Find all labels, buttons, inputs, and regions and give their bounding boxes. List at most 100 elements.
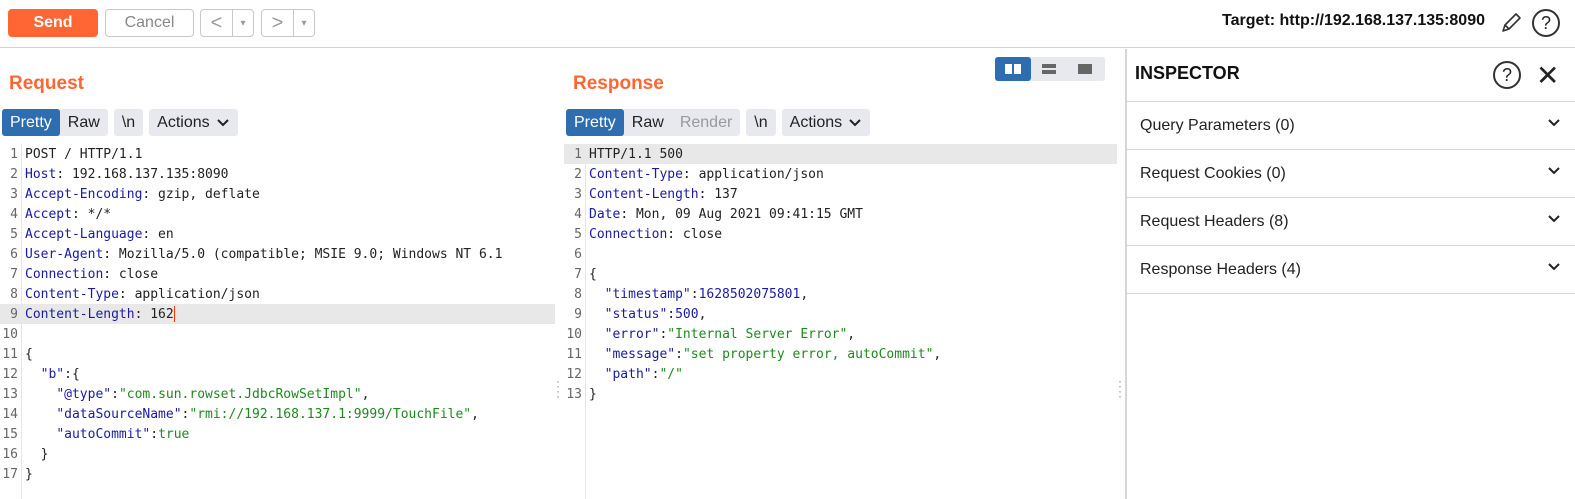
code-line[interactable]: 5 Connection: close: [564, 224, 1119, 244]
code-token: :: [111, 386, 119, 402]
code-line[interactable]: 11 {: [0, 344, 555, 364]
response-inspector-splitter[interactable]: · · · ·: [1117, 49, 1125, 499]
target-label: Target: http://192.168.137.135:8090: [1222, 12, 1485, 29]
inspector-section-request-headers[interactable]: Request Headers (8): [1127, 198, 1575, 246]
code-token: : close: [103, 266, 159, 282]
response-tab-raw[interactable]: Raw: [624, 109, 672, 136]
response-newline-toggle[interactable]: \n: [746, 109, 775, 136]
code-line[interactable]: 5 Accept-Language: en: [0, 224, 555, 244]
request-tab-raw[interactable]: Raw: [60, 109, 108, 136]
request-tab-pretty[interactable]: Pretty: [2, 109, 60, 136]
code-line[interactable]: 9 "status":500,: [564, 304, 1119, 324]
code-token: : application/json: [682, 166, 824, 182]
text-cursor: [173, 306, 175, 322]
code-line[interactable]: 1 POST / HTTP/1.1: [0, 144, 555, 164]
line-number: 2: [574, 166, 582, 182]
layout-tabbed-icon[interactable]: [1067, 57, 1103, 81]
request-newline-toggle[interactable]: \n: [114, 109, 143, 136]
splitter-grip-icon: · · · ·: [556, 374, 560, 403]
code-token: Content-Length: [25, 306, 135, 322]
inspector-section-response-headers[interactable]: Response Headers (4): [1127, 246, 1575, 294]
code-line[interactable]: 6: [564, 244, 1119, 264]
code-token: : close: [667, 226, 723, 242]
request-editor[interactable]: 1 POST / HTTP/1.1 2 Host: 192.168.137.135:8…: [0, 144, 555, 499]
inspector-section-query-parameters[interactable]: Query Parameters (0): [1127, 102, 1575, 150]
code-line[interactable]: 6 User-Agent: Mozilla/5.0 (compatible; MS…: [0, 244, 555, 264]
code-token: :: [667, 306, 676, 322]
code-line[interactable]: 8 "timestamp":1628502075801,: [564, 284, 1119, 304]
inspector-section-request-cookies[interactable]: Request Cookies (0): [1127, 150, 1575, 198]
code-token: Accept: [25, 206, 72, 222]
inspector-help-icon[interactable]: ?: [1493, 61, 1521, 89]
request-newline-toggle-group: \n: [113, 109, 144, 136]
splitter-grip-icon: · · · ·: [1118, 374, 1122, 403]
code-line[interactable]: 14 "dataSourceName": "rmi://192.168.137.1…: [0, 404, 555, 424]
response-tab-pretty[interactable]: Pretty: [566, 109, 624, 136]
code-token: : 192.168.137.135:8090: [56, 166, 229, 182]
line-number: 13: [566, 386, 582, 402]
code-token: ,: [933, 346, 942, 362]
line-number: 8: [10, 286, 18, 302]
inspector-section-label: Response Headers (4): [1140, 260, 1301, 278]
code-line[interactable]: 1 HTTP/1.1 500: [564, 144, 1119, 164]
back-button[interactable]: <: [201, 10, 233, 36]
pencil-edit-icon[interactable]: [1498, 10, 1524, 36]
code-token: ,: [800, 286, 809, 302]
line-number: 13: [2, 386, 18, 402]
code-token: 1628502075801: [698, 286, 801, 302]
code-token: Date: [589, 206, 621, 222]
line-number: 15: [2, 426, 18, 442]
forward-history-dropdown[interactable]: ▾: [294, 10, 314, 36]
code-line[interactable]: 2 Content-Type: application/json: [564, 164, 1119, 184]
request-actions-button[interactable]: Actions: [149, 109, 237, 136]
code-token: "com.sun.rowset.JdbcRowSetImpl": [118, 386, 362, 402]
response-editor[interactable]: 1 HTTP/1.1 500 2 Content-Type: application/…: [564, 144, 1119, 499]
request-response-splitter[interactable]: · · · ·: [555, 49, 563, 499]
response-tab-render[interactable]: Render: [672, 109, 740, 136]
response-view-tabs: Pretty Raw Render: [566, 109, 741, 136]
code-token: :: [690, 286, 699, 302]
code-line[interactable]: 17}: [0, 464, 555, 484]
cancel-button[interactable]: Cancel: [105, 9, 194, 37]
back-history-dropdown[interactable]: ▾: [233, 10, 253, 36]
code-line[interactable]: 13}: [564, 384, 1119, 404]
code-line[interactable]: 2 Host: 192.168.137.135:8090: [0, 164, 555, 184]
code-line[interactable]: 3 Content-Length: 137: [564, 184, 1119, 204]
code-line[interactable]: 8 Content-Type: application/json: [0, 284, 555, 304]
inspector-section-label: Query Parameters (0): [1140, 116, 1295, 134]
code-token: Content-Type: [25, 286, 119, 302]
code-line[interactable]: 3 Accept-Encoding: gzip, deflate: [0, 184, 555, 204]
code-token: {: [589, 266, 597, 282]
response-actions-button[interactable]: Actions: [782, 109, 870, 136]
layout-stacked-icon[interactable]: [1031, 57, 1067, 81]
help-icon[interactable]: ?: [1532, 9, 1560, 37]
request-view-tabs: Pretty Raw: [2, 109, 108, 136]
code-token: POST / HTTP/1.1: [25, 146, 143, 162]
code-token: ,: [471, 406, 479, 422]
code-token: Accept-Language: [25, 226, 143, 242]
code-line[interactable]: 15 "autoCommit": true: [0, 424, 555, 444]
forward-button[interactable]: >: [262, 10, 294, 36]
code-token: "Internal Server Error": [667, 326, 848, 342]
back-nav-group: < ▾: [200, 9, 254, 37]
code-line[interactable]: 13 "@type": "com.sun.rowset.JdbcRowSetImp…: [0, 384, 555, 404]
code-line[interactable]: 12 "path": "/": [564, 364, 1119, 384]
code-token: "rmi://192.168.137.1:9999/TouchFile": [189, 406, 472, 422]
close-icon[interactable]: ✕: [1536, 59, 1559, 92]
code-line[interactable]: 10: [0, 324, 555, 344]
code-line[interactable]: 11 "message": "set property error, autoCo…: [564, 344, 1119, 364]
code-line[interactable]: 10 "error": "Internal Server Error",: [564, 324, 1119, 344]
response-actions-group: Actions: [781, 109, 871, 136]
code-line[interactable]: 7 Connection: close: [0, 264, 555, 284]
layout-side-by-side-icon[interactable]: [995, 57, 1031, 81]
code-line[interactable]: 4 Accept: */*: [0, 204, 555, 224]
code-line[interactable]: 4 Date: Mon, 09 Aug 2021 09:41:15 GMT: [564, 204, 1119, 224]
code-line[interactable]: 9 Content-Length: 162: [0, 304, 555, 324]
send-button[interactable]: Send: [8, 9, 98, 37]
code-line[interactable]: 7{: [564, 264, 1119, 284]
chevron-down-icon: [1548, 263, 1560, 271]
code-line[interactable]: 12 "b":{: [0, 364, 555, 384]
code-line[interactable]: 16 }: [0, 444, 555, 464]
request-tabbar: Pretty Raw \n Actions: [2, 109, 244, 136]
